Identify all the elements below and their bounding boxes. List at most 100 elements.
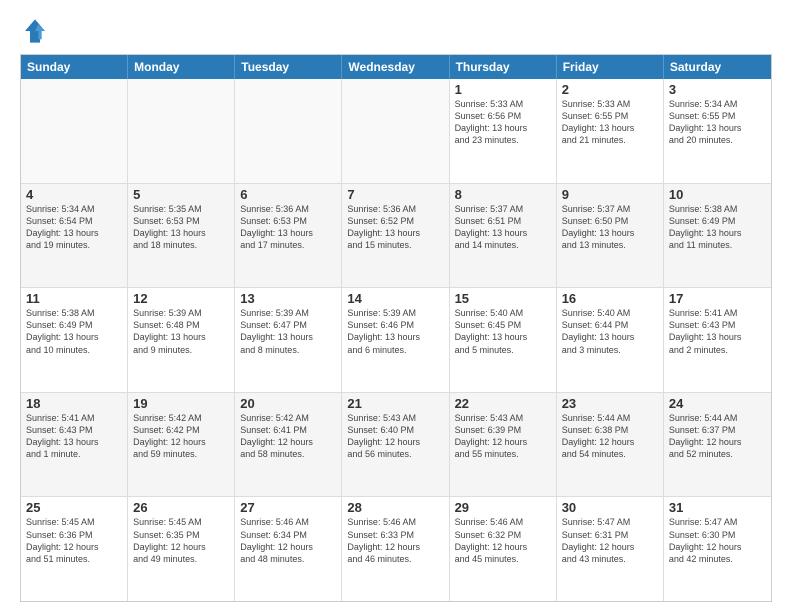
day-number: 10: [669, 187, 766, 202]
day-info: Sunrise: 5:42 AM Sunset: 6:41 PM Dayligh…: [240, 412, 336, 461]
day-number: 7: [347, 187, 443, 202]
day-info: Sunrise: 5:44 AM Sunset: 6:38 PM Dayligh…: [562, 412, 658, 461]
day-number: 23: [562, 396, 658, 411]
calendar-cell: 15Sunrise: 5:40 AM Sunset: 6:45 PM Dayli…: [450, 288, 557, 392]
day-info: Sunrise: 5:34 AM Sunset: 6:55 PM Dayligh…: [669, 98, 766, 147]
day-info: Sunrise: 5:43 AM Sunset: 6:39 PM Dayligh…: [455, 412, 551, 461]
day-info: Sunrise: 5:39 AM Sunset: 6:46 PM Dayligh…: [347, 307, 443, 356]
calendar-cell: 11Sunrise: 5:38 AM Sunset: 6:49 PM Dayli…: [21, 288, 128, 392]
calendar-body: 1Sunrise: 5:33 AM Sunset: 6:56 PM Daylig…: [21, 79, 771, 601]
day-number: 19: [133, 396, 229, 411]
calendar-cell: [235, 79, 342, 183]
day-info: Sunrise: 5:39 AM Sunset: 6:48 PM Dayligh…: [133, 307, 229, 356]
header-day-wednesday: Wednesday: [342, 55, 449, 79]
calendar-cell: 7Sunrise: 5:36 AM Sunset: 6:52 PM Daylig…: [342, 184, 449, 288]
header-day-monday: Monday: [128, 55, 235, 79]
day-number: 22: [455, 396, 551, 411]
calendar-cell: 14Sunrise: 5:39 AM Sunset: 6:46 PM Dayli…: [342, 288, 449, 392]
calendar-cell: 29Sunrise: 5:46 AM Sunset: 6:32 PM Dayli…: [450, 497, 557, 601]
header-day-thursday: Thursday: [450, 55, 557, 79]
day-info: Sunrise: 5:42 AM Sunset: 6:42 PM Dayligh…: [133, 412, 229, 461]
day-number: 18: [26, 396, 122, 411]
calendar-cell: 4Sunrise: 5:34 AM Sunset: 6:54 PM Daylig…: [21, 184, 128, 288]
day-info: Sunrise: 5:38 AM Sunset: 6:49 PM Dayligh…: [669, 203, 766, 252]
day-number: 14: [347, 291, 443, 306]
calendar-cell: [128, 79, 235, 183]
day-info: Sunrise: 5:40 AM Sunset: 6:45 PM Dayligh…: [455, 307, 551, 356]
day-number: 30: [562, 500, 658, 515]
day-number: 24: [669, 396, 766, 411]
day-info: Sunrise: 5:45 AM Sunset: 6:35 PM Dayligh…: [133, 516, 229, 565]
day-number: 12: [133, 291, 229, 306]
day-number: 27: [240, 500, 336, 515]
day-number: 2: [562, 82, 658, 97]
calendar-cell: 19Sunrise: 5:42 AM Sunset: 6:42 PM Dayli…: [128, 393, 235, 497]
day-info: Sunrise: 5:39 AM Sunset: 6:47 PM Dayligh…: [240, 307, 336, 356]
calendar-cell: 22Sunrise: 5:43 AM Sunset: 6:39 PM Dayli…: [450, 393, 557, 497]
calendar-cell: 8Sunrise: 5:37 AM Sunset: 6:51 PM Daylig…: [450, 184, 557, 288]
day-info: Sunrise: 5:47 AM Sunset: 6:31 PM Dayligh…: [562, 516, 658, 565]
day-info: Sunrise: 5:36 AM Sunset: 6:53 PM Dayligh…: [240, 203, 336, 252]
header: [20, 16, 772, 46]
day-info: Sunrise: 5:40 AM Sunset: 6:44 PM Dayligh…: [562, 307, 658, 356]
day-number: 6: [240, 187, 336, 202]
day-info: Sunrise: 5:34 AM Sunset: 6:54 PM Dayligh…: [26, 203, 122, 252]
page: SundayMondayTuesdayWednesdayThursdayFrid…: [0, 0, 792, 612]
day-info: Sunrise: 5:37 AM Sunset: 6:51 PM Dayligh…: [455, 203, 551, 252]
logo: [20, 16, 54, 46]
day-number: 28: [347, 500, 443, 515]
day-info: Sunrise: 5:36 AM Sunset: 6:52 PM Dayligh…: [347, 203, 443, 252]
day-info: Sunrise: 5:47 AM Sunset: 6:30 PM Dayligh…: [669, 516, 766, 565]
day-info: Sunrise: 5:46 AM Sunset: 6:33 PM Dayligh…: [347, 516, 443, 565]
calendar-cell: 6Sunrise: 5:36 AM Sunset: 6:53 PM Daylig…: [235, 184, 342, 288]
header-day-sunday: Sunday: [21, 55, 128, 79]
calendar-cell: 26Sunrise: 5:45 AM Sunset: 6:35 PM Dayli…: [128, 497, 235, 601]
calendar-cell: 17Sunrise: 5:41 AM Sunset: 6:43 PM Dayli…: [664, 288, 771, 392]
day-info: Sunrise: 5:44 AM Sunset: 6:37 PM Dayligh…: [669, 412, 766, 461]
calendar-cell: 3Sunrise: 5:34 AM Sunset: 6:55 PM Daylig…: [664, 79, 771, 183]
calendar-cell: 16Sunrise: 5:40 AM Sunset: 6:44 PM Dayli…: [557, 288, 664, 392]
header-day-friday: Friday: [557, 55, 664, 79]
calendar-cell: 20Sunrise: 5:42 AM Sunset: 6:41 PM Dayli…: [235, 393, 342, 497]
logo-icon: [20, 16, 50, 46]
calendar-cell: 30Sunrise: 5:47 AM Sunset: 6:31 PM Dayli…: [557, 497, 664, 601]
day-info: Sunrise: 5:38 AM Sunset: 6:49 PM Dayligh…: [26, 307, 122, 356]
day-number: 5: [133, 187, 229, 202]
day-number: 17: [669, 291, 766, 306]
day-number: 4: [26, 187, 122, 202]
calendar-week-5: 25Sunrise: 5:45 AM Sunset: 6:36 PM Dayli…: [21, 496, 771, 601]
calendar-cell: 1Sunrise: 5:33 AM Sunset: 6:56 PM Daylig…: [450, 79, 557, 183]
day-info: Sunrise: 5:33 AM Sunset: 6:56 PM Dayligh…: [455, 98, 551, 147]
calendar-cell: 25Sunrise: 5:45 AM Sunset: 6:36 PM Dayli…: [21, 497, 128, 601]
day-info: Sunrise: 5:41 AM Sunset: 6:43 PM Dayligh…: [26, 412, 122, 461]
day-info: Sunrise: 5:45 AM Sunset: 6:36 PM Dayligh…: [26, 516, 122, 565]
calendar-cell: 28Sunrise: 5:46 AM Sunset: 6:33 PM Dayli…: [342, 497, 449, 601]
calendar-cell: 13Sunrise: 5:39 AM Sunset: 6:47 PM Dayli…: [235, 288, 342, 392]
day-info: Sunrise: 5:46 AM Sunset: 6:34 PM Dayligh…: [240, 516, 336, 565]
calendar-week-1: 1Sunrise: 5:33 AM Sunset: 6:56 PM Daylig…: [21, 79, 771, 183]
calendar-week-3: 11Sunrise: 5:38 AM Sunset: 6:49 PM Dayli…: [21, 287, 771, 392]
day-number: 11: [26, 291, 122, 306]
calendar-week-2: 4Sunrise: 5:34 AM Sunset: 6:54 PM Daylig…: [21, 183, 771, 288]
day-info: Sunrise: 5:35 AM Sunset: 6:53 PM Dayligh…: [133, 203, 229, 252]
day-number: 26: [133, 500, 229, 515]
day-number: 15: [455, 291, 551, 306]
calendar-cell: 2Sunrise: 5:33 AM Sunset: 6:55 PM Daylig…: [557, 79, 664, 183]
calendar-week-4: 18Sunrise: 5:41 AM Sunset: 6:43 PM Dayli…: [21, 392, 771, 497]
day-info: Sunrise: 5:41 AM Sunset: 6:43 PM Dayligh…: [669, 307, 766, 356]
calendar-cell: [342, 79, 449, 183]
header-day-tuesday: Tuesday: [235, 55, 342, 79]
calendar-cell: 24Sunrise: 5:44 AM Sunset: 6:37 PM Dayli…: [664, 393, 771, 497]
calendar-cell: 12Sunrise: 5:39 AM Sunset: 6:48 PM Dayli…: [128, 288, 235, 392]
day-number: 9: [562, 187, 658, 202]
calendar: SundayMondayTuesdayWednesdayThursdayFrid…: [20, 54, 772, 602]
day-number: 1: [455, 82, 551, 97]
calendar-cell: 9Sunrise: 5:37 AM Sunset: 6:50 PM Daylig…: [557, 184, 664, 288]
calendar-cell: 5Sunrise: 5:35 AM Sunset: 6:53 PM Daylig…: [128, 184, 235, 288]
day-number: 29: [455, 500, 551, 515]
calendar-cell: 21Sunrise: 5:43 AM Sunset: 6:40 PM Dayli…: [342, 393, 449, 497]
day-number: 31: [669, 500, 766, 515]
day-number: 13: [240, 291, 336, 306]
header-day-saturday: Saturday: [664, 55, 771, 79]
calendar-cell: [21, 79, 128, 183]
